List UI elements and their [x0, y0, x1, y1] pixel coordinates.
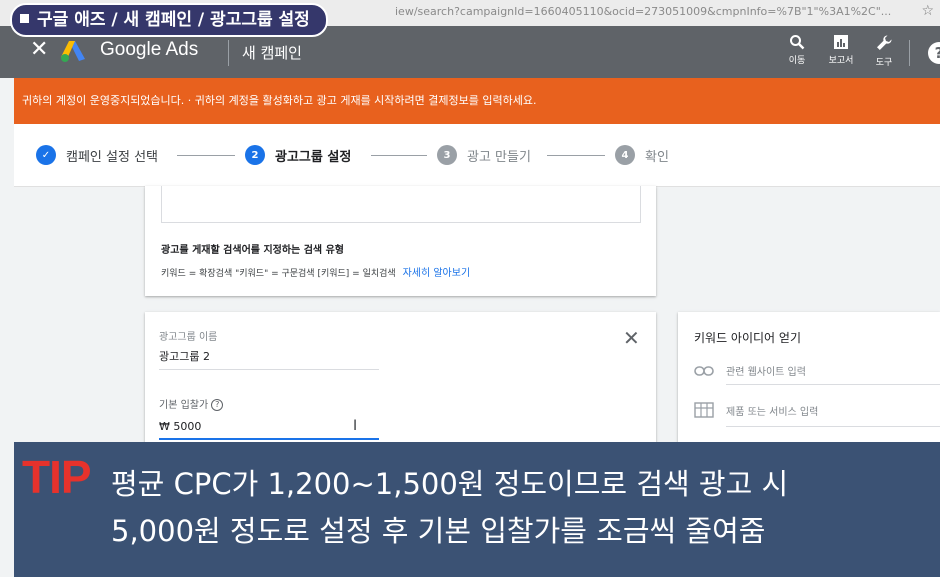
- step-connector: [547, 155, 605, 156]
- reports-button[interactable]: 보고서: [821, 32, 861, 72]
- check-icon: ✓: [36, 145, 56, 165]
- tools-label: 도구: [875, 58, 893, 68]
- step-label: 캠페인 설정 선택: [66, 149, 158, 165]
- step-connector: [371, 155, 427, 156]
- step-number: 2: [245, 145, 265, 165]
- keywords-textarea[interactable]: [161, 186, 641, 223]
- step-confirm[interactable]: 4 확인: [615, 143, 669, 167]
- step-label: 확인: [645, 149, 669, 165]
- field-underline: [726, 384, 940, 385]
- step-number: 4: [615, 145, 635, 165]
- match-type-heading: 광고를 게재할 검색어를 지정하는 검색 유형: [161, 245, 345, 256]
- ad-group-name-label: 광고그룹 이름: [159, 332, 218, 343]
- navigate-button[interactable]: 이동: [777, 32, 817, 72]
- page-title: 새 캠페인: [242, 44, 302, 62]
- ad-group-card: 광고그룹 이름 광고그룹 2 ✕ 기본 입찰가? I: [145, 312, 656, 452]
- match-type-text: 키워드 = 확장검색 "키워드" = 구문검색 [키워드] = 일치검색: [161, 269, 396, 279]
- help-circle-icon[interactable]: ?: [211, 399, 224, 411]
- campaign-stepper: ✓ 캠페인 설정 선택 2 광고그룹 설정 3 광고 만들기 4 확인: [14, 124, 940, 187]
- video-section-title: 구글 애즈 / 새 캠페인 / 광고그룹 설정: [10, 3, 328, 37]
- step-create-ads[interactable]: 3 광고 만들기: [437, 143, 531, 167]
- square-bullet-icon: [20, 14, 29, 23]
- product-input-row[interactable]: 제품 또는 서비스 입력: [694, 402, 818, 418]
- google-ads-logo-icon: [61, 41, 85, 62]
- tip-banner: TIP 평균 CPC가 1,200~1,500원 정도이므로 검색 광고 시 5…: [14, 442, 940, 577]
- search-icon: [790, 35, 805, 50]
- field-underline: [726, 426, 940, 427]
- default-bid-input[interactable]: [159, 416, 379, 436]
- keyword-ideas-card: 키워드 아이디어 얻기 관련 웹사이트 입력 제품 또는 서비스 입력: [678, 312, 940, 452]
- reports-label: 보고서: [828, 56, 854, 66]
- section-title-text: 구글 애즈 / 새 캠페인 / 광고그룹 설정: [37, 10, 310, 30]
- step-ad-group-settings[interactable]: 2 광고그룹 설정: [245, 143, 351, 167]
- default-bid-label: 기본 입찰가?: [159, 396, 224, 411]
- bar-chart-icon: [834, 35, 848, 49]
- step-campaign-settings[interactable]: ✓ 캠페인 설정 선택: [36, 143, 158, 167]
- website-input-row[interactable]: 관련 웹사이트 입력: [694, 363, 806, 378]
- field-underline: [159, 369, 379, 370]
- navigate-label: 이동: [788, 56, 806, 66]
- help-icon[interactable]: ?: [928, 42, 940, 64]
- header-divider: [228, 40, 229, 66]
- learn-more-link[interactable]: 자세히 알아보기: [403, 268, 471, 279]
- step-label: 광고그룹 설정: [275, 149, 352, 165]
- url-text[interactable]: iew/search?campaignId=1660405110&ocid=27…: [395, 5, 915, 18]
- focused-field-underline: [159, 438, 379, 440]
- link-icon: [694, 365, 714, 376]
- text-cursor-icon: I: [353, 418, 358, 434]
- remove-ad-group-close-icon[interactable]: ✕: [623, 326, 640, 350]
- step-number: 3: [437, 145, 457, 165]
- keywords-card: 광고를 게재할 검색어를 지정하는 검색 유형 키워드 = 확장검색 "키워드"…: [145, 186, 656, 296]
- tools-button[interactable]: 도구: [864, 32, 904, 72]
- bookmark-star-icon[interactable]: ☆: [921, 3, 934, 19]
- store-icon: [694, 402, 714, 418]
- tip-line-2: 5,000원 정도로 설정 후 기본 입찰가를 조금씩 줄여줌: [111, 514, 766, 548]
- header-divider-right: [909, 40, 910, 66]
- tip-tag: TIP: [22, 451, 92, 503]
- match-type-description: 키워드 = 확장검색 "키워드" = 구문검색 [키워드] = 일치검색 자세히…: [161, 264, 470, 279]
- wrench-icon: [877, 35, 892, 50]
- website-input-placeholder[interactable]: 관련 웹사이트 입력: [726, 363, 806, 378]
- tip-line-1: 평균 CPC가 1,200~1,500원 정도이므로 검색 광고 시: [111, 467, 789, 501]
- account-suspended-banner: 귀하의 계정이 운영중지되었습니다. · 귀하의 계정을 활성화하고 광고 게재…: [14, 78, 940, 124]
- product-input-placeholder[interactable]: 제품 또는 서비스 입력: [726, 403, 818, 418]
- default-bid-label-text: 기본 입찰가: [159, 400, 209, 411]
- ad-group-name-field[interactable]: 광고그룹 2: [159, 348, 210, 364]
- close-icon[interactable]: ✕: [30, 38, 48, 62]
- step-connector: [177, 155, 235, 156]
- brand-name: Google Ads: [100, 39, 199, 60]
- step-label: 광고 만들기: [467, 149, 531, 165]
- keyword-ideas-title: 키워드 아이디어 얻기: [694, 331, 801, 345]
